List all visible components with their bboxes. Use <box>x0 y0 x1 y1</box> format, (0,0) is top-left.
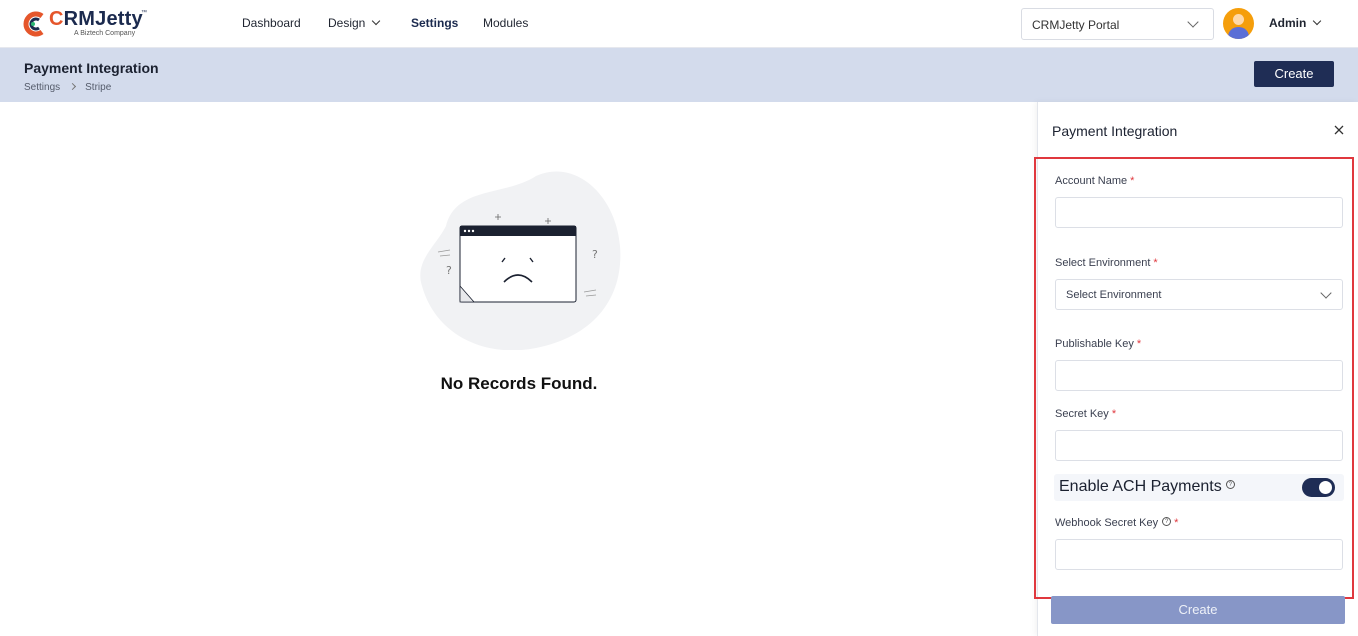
crmjetty-logo[interactable]: CRMJetty ™ A Biztech Company <box>23 8 153 40</box>
nav-settings[interactable]: Settings <box>411 16 458 30</box>
svg-text:?: ? <box>446 264 452 277</box>
top-navbar: CRMJetty ™ A Biztech Company Dashboard D… <box>0 0 1358 48</box>
portal-select-value: CRMJetty Portal <box>1032 18 1120 32</box>
user-name: Admin <box>1269 16 1307 30</box>
webhook-secret-input[interactable] <box>1055 539 1343 570</box>
logo-subtitle: A Biztech Company <box>74 30 136 37</box>
nav-design[interactable]: Design <box>328 16 381 30</box>
breadcrumb-stripe: Stripe <box>85 82 112 93</box>
breadcrumb-settings[interactable]: Settings <box>24 82 60 93</box>
logo-trademark: ™ <box>141 10 147 16</box>
toggle-knob <box>1319 481 1332 494</box>
nav-dashboard[interactable]: Dashboard <box>242 16 301 30</box>
environment-select-value: Select Environment <box>1066 289 1162 301</box>
secret-key-label: Secret Key * <box>1055 408 1117 420</box>
ach-payments-row: Enable ACH Payments? <box>1054 474 1344 501</box>
help-icon[interactable]: ? <box>1225 480 1235 490</box>
logo-text: CRMJetty <box>49 8 143 30</box>
nav-modules[interactable]: Modules <box>483 16 528 30</box>
avatar-body <box>1228 27 1249 39</box>
chevron-down-icon <box>1313 16 1322 26</box>
panel-title: Payment Integration <box>1052 123 1178 139</box>
create-button[interactable]: Create <box>1254 61 1334 87</box>
publishable-key-label: Publishable Key * <box>1055 338 1142 350</box>
panel-create-button[interactable]: Create <box>1051 596 1345 624</box>
user-menu[interactable]: Admin <box>1269 16 1322 30</box>
logo-mark-icon <box>23 11 44 37</box>
environment-select[interactable]: Select Environment <box>1055 279 1343 310</box>
publishable-key-input[interactable] <box>1055 360 1343 391</box>
chevron-right-icon <box>69 82 77 91</box>
nav-design-label: Design <box>328 16 366 30</box>
webhook-secret-label: Webhook Secret Key? * <box>1055 516 1179 529</box>
close-icon[interactable] <box>1332 123 1346 137</box>
chevron-down-icon <box>1187 16 1199 28</box>
breadcrumb: Settings Stripe <box>24 82 111 93</box>
no-records-illustration: ? ? <box>420 171 621 350</box>
chevron-down-icon <box>372 16 381 26</box>
account-name-input[interactable] <box>1055 197 1343 228</box>
svg-text:?: ? <box>592 248 598 261</box>
chevron-down-icon <box>1320 287 1332 299</box>
secret-key-input[interactable] <box>1055 430 1343 461</box>
avatar-head <box>1233 14 1244 25</box>
account-name-label: Account Name * <box>1055 175 1135 187</box>
page-title: Payment Integration <box>24 60 159 76</box>
page-header-band: Payment Integration Settings Stripe Creat… <box>0 48 1358 102</box>
ach-payments-label: Enable ACH Payments? <box>1059 478 1235 496</box>
ach-payments-toggle[interactable] <box>1302 478 1335 497</box>
environment-label: Select Environment * <box>1055 257 1158 269</box>
user-avatar[interactable] <box>1223 8 1254 39</box>
payment-integration-panel: Payment Integration Account Name * Select… <box>1034 102 1358 636</box>
portal-select[interactable]: CRMJetty Portal <box>1021 8 1214 40</box>
empty-state-message: No Records Found. <box>440 374 598 393</box>
help-icon[interactable]: ? <box>1162 516 1172 526</box>
